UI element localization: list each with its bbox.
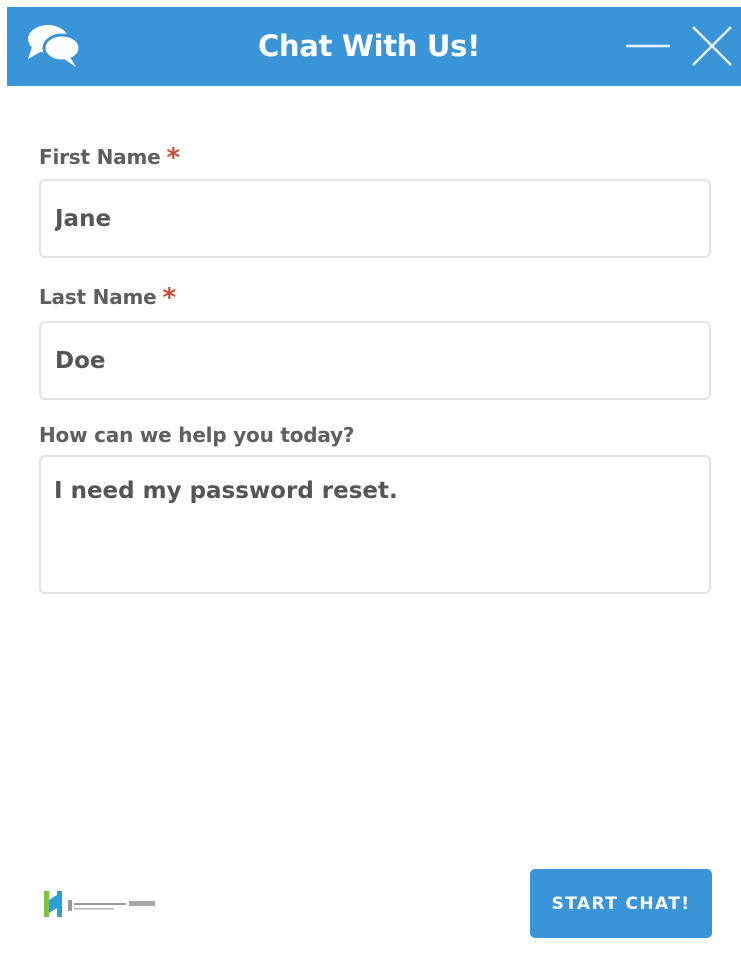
- first-name-input[interactable]: [39, 179, 711, 258]
- first-name-label-text: First Name: [39, 145, 161, 169]
- minimize-icon[interactable]: [624, 25, 672, 65]
- close-icon[interactable]: [689, 23, 735, 69]
- last-name-label: Last Name *: [39, 283, 176, 313]
- message-label: How can we help you today?: [39, 423, 355, 447]
- chat-header: Chat With Us!: [7, 7, 741, 86]
- first-name-label: First Name *: [39, 143, 180, 173]
- heartsoft-logo: [44, 891, 155, 917]
- last-name-input[interactable]: [39, 321, 711, 400]
- required-marker: *: [162, 283, 177, 313]
- required-marker: *: [166, 143, 180, 173]
- last-name-label-text: Last Name: [39, 285, 157, 309]
- message-textarea[interactable]: I need my password reset.: [39, 455, 711, 594]
- start-chat-button[interactable]: START CHAT!: [530, 869, 712, 938]
